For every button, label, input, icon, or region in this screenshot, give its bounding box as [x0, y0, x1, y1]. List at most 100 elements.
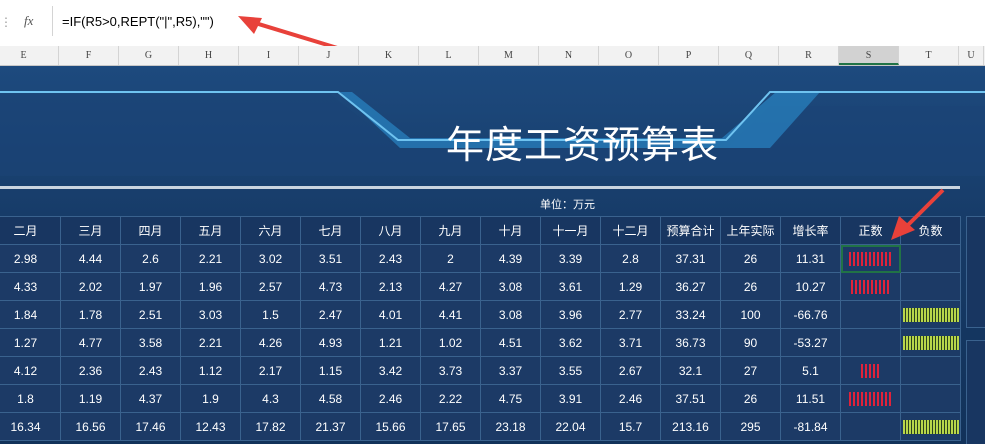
table-cell[interactable]: 37.31: [660, 244, 721, 273]
table-cell[interactable]: 1.96: [180, 272, 241, 301]
column-header-i[interactable]: I: [239, 46, 299, 65]
table-cell[interactable]: 2.43: [360, 244, 421, 273]
table-cell[interactable]: 2.22: [420, 384, 481, 413]
table-cell[interactable]: 1.78: [60, 300, 121, 329]
column-header-cell[interactable]: 十月: [480, 216, 541, 245]
table-cell[interactable]: -53.27: [780, 328, 841, 357]
table-cell[interactable]: 37.51: [660, 384, 721, 413]
table-cell[interactable]: 33.24: [660, 300, 721, 329]
table-cell[interactable]: 4.33: [0, 272, 61, 301]
table-cell[interactable]: 26: [720, 244, 781, 273]
table-cell[interactable]: 27: [720, 356, 781, 385]
table-cell[interactable]: 100: [720, 300, 781, 329]
table-cell[interactable]: 3.58: [120, 328, 181, 357]
column-header-g[interactable]: G: [119, 46, 179, 65]
formula-input[interactable]: =IF(R5>0,REPT("|",R5),""): [62, 14, 214, 29]
table-cell[interactable]: 2.47: [300, 300, 361, 329]
table-cell[interactable]: 2.67: [600, 356, 661, 385]
column-header-cell[interactable]: 四月: [120, 216, 181, 245]
table-cell[interactable]: 3.03: [180, 300, 241, 329]
table-cell[interactable]: 23.18: [480, 412, 541, 441]
table-cell[interactable]: -81.84: [780, 412, 841, 441]
table-cell[interactable]: 1.02: [420, 328, 481, 357]
table-cell[interactable]: 3.62: [540, 328, 601, 357]
table-cell[interactable]: 11.51: [780, 384, 841, 413]
table-cell[interactable]: 16.34: [0, 412, 61, 441]
x-icon[interactable]: ⋮: [0, 15, 12, 30]
column-header-cell[interactable]: 七月: [300, 216, 361, 245]
table-cell[interactable]: 15.66: [360, 412, 421, 441]
positive-rept-cell[interactable]: [840, 384, 901, 413]
table-cell[interactable]: 2.02: [60, 272, 121, 301]
table-cell[interactable]: 15.7: [600, 412, 661, 441]
table-cell[interactable]: 17.46: [120, 412, 181, 441]
table-cell[interactable]: 1.29: [600, 272, 661, 301]
table-cell[interactable]: 4.12: [0, 356, 61, 385]
column-header-r[interactable]: R: [779, 46, 839, 65]
column-header-cell[interactable]: 增长率: [780, 216, 841, 245]
table-cell[interactable]: 2.57: [240, 272, 301, 301]
table-cell[interactable]: 1.15: [300, 356, 361, 385]
column-header-m[interactable]: M: [479, 46, 539, 65]
table-cell[interactable]: 4.93: [300, 328, 361, 357]
negative-rept-cell[interactable]: [900, 356, 961, 385]
table-cell[interactable]: 2.21: [180, 244, 241, 273]
column-header-l[interactable]: L: [419, 46, 479, 65]
table-cell[interactable]: 3.39: [540, 244, 601, 273]
negative-rept-cell[interactable]: [900, 328, 961, 357]
column-header-cell[interactable]: 五月: [180, 216, 241, 245]
negative-rept-cell[interactable]: [900, 244, 961, 273]
table-cell[interactable]: 1.97: [120, 272, 181, 301]
table-cell[interactable]: 36.27: [660, 272, 721, 301]
table-cell[interactable]: 1.8: [0, 384, 61, 413]
positive-rept-cell[interactable]: [840, 328, 901, 357]
table-cell[interactable]: 5.1: [780, 356, 841, 385]
table-cell[interactable]: 3.61: [540, 272, 601, 301]
column-header-cell[interactable]: 六月: [240, 216, 301, 245]
table-cell[interactable]: 3.42: [360, 356, 421, 385]
table-cell[interactable]: 3.91: [540, 384, 601, 413]
table-cell[interactable]: 26: [720, 384, 781, 413]
table-cell[interactable]: 2.51: [120, 300, 181, 329]
column-header-cell[interactable]: 二月: [0, 216, 61, 245]
negative-rept-cell[interactable]: [900, 272, 961, 301]
table-cell[interactable]: 4.75: [480, 384, 541, 413]
table-cell[interactable]: 2.21: [180, 328, 241, 357]
table-cell[interactable]: 1.9: [180, 384, 241, 413]
column-header-j[interactable]: J: [299, 46, 359, 65]
table-cell[interactable]: 4.26: [240, 328, 301, 357]
table-cell[interactable]: 2.43: [120, 356, 181, 385]
table-cell[interactable]: 4.44: [60, 244, 121, 273]
table-cell[interactable]: 36.73: [660, 328, 721, 357]
column-header-cell[interactable]: 十一月: [540, 216, 601, 245]
table-cell[interactable]: 3.37: [480, 356, 541, 385]
table-cell[interactable]: 3.71: [600, 328, 661, 357]
table-cell[interactable]: 1.5: [240, 300, 301, 329]
table-cell[interactable]: 22.04: [540, 412, 601, 441]
positive-rept-cell[interactable]: [840, 244, 901, 273]
column-header-e[interactable]: E: [0, 46, 59, 65]
table-cell[interactable]: 32.1: [660, 356, 721, 385]
table-cell[interactable]: 16.56: [60, 412, 121, 441]
column-header-cell[interactable]: 九月: [420, 216, 481, 245]
table-cell[interactable]: 4.01: [360, 300, 421, 329]
table-cell[interactable]: 1.27: [0, 328, 61, 357]
table-cell[interactable]: 2.13: [360, 272, 421, 301]
positive-rept-cell[interactable]: [840, 300, 901, 329]
table-cell[interactable]: 26: [720, 272, 781, 301]
table-cell[interactable]: 3.51: [300, 244, 361, 273]
column-header-t[interactable]: T: [899, 46, 959, 65]
table-cell[interactable]: 21.37: [300, 412, 361, 441]
table-cell[interactable]: 3.02: [240, 244, 301, 273]
negative-rept-cell[interactable]: [900, 412, 961, 441]
negative-rept-cell[interactable]: [900, 384, 961, 413]
table-cell[interactable]: 3.55: [540, 356, 601, 385]
column-header-cell[interactable]: 八月: [360, 216, 421, 245]
table-cell[interactable]: 2: [420, 244, 481, 273]
table-cell[interactable]: 295: [720, 412, 781, 441]
positive-rept-cell[interactable]: [840, 356, 901, 385]
table-cell[interactable]: 4.58: [300, 384, 361, 413]
table-cell[interactable]: 4.37: [120, 384, 181, 413]
column-header-cell[interactable]: 预算合计: [660, 216, 721, 245]
table-cell[interactable]: 2.98: [0, 244, 61, 273]
